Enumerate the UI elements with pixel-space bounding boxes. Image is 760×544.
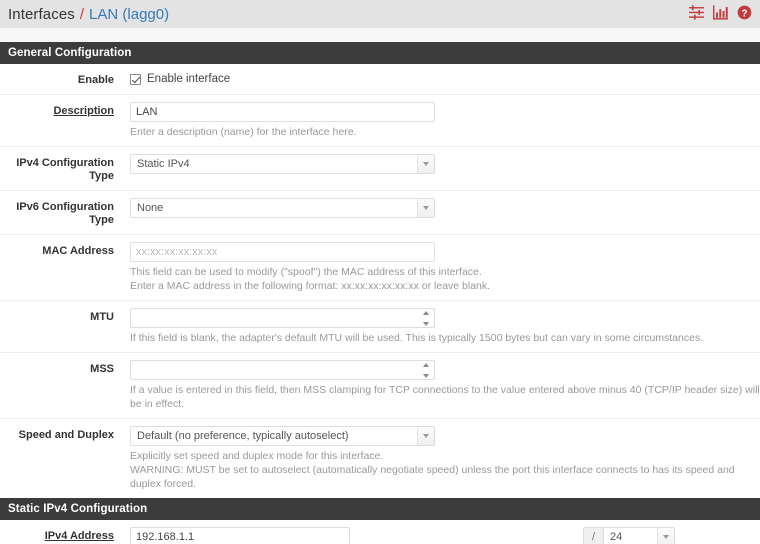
subnet-mask-select[interactable]: 24 [603, 527, 675, 544]
header-icon-group: ? [689, 0, 752, 28]
row-ipv4-config-type: IPv4 Configuration Type Static IPv4 [0, 147, 760, 191]
breadcrumb-root[interactable]: Interfaces [8, 6, 75, 23]
label-ipv6-config-type: IPv6 Configuration Type [16, 201, 114, 226]
speed-duplex-select[interactable]: Default (no preference, typically autose… [130, 426, 435, 446]
row-mss: MSS If a value is entered in this field,… [0, 353, 760, 419]
mac-address-input[interactable] [130, 242, 435, 262]
enable-interface-checkbox[interactable]: Enable interface [130, 71, 760, 85]
chevron-down-icon[interactable] [417, 427, 434, 445]
speed-duplex-help-line1: Explicitly set speed and duplex mode for… [130, 450, 384, 462]
spinner-arrows-icon[interactable] [420, 311, 431, 326]
mac-address-help-line2: Enter a MAC address in the following for… [130, 280, 491, 292]
ipv6-config-type-select[interactable]: None [130, 198, 435, 218]
general-configuration-header: General Configuration [0, 42, 760, 64]
speed-duplex-help-line2: WARNING: MUST be set to autoselect (auto… [130, 464, 735, 490]
label-speed-duplex: Speed and Duplex [18, 429, 114, 441]
row-mac-address: MAC Address This field can be used to mo… [0, 235, 760, 301]
svg-text:?: ? [741, 8, 747, 19]
label-ipv4-address: IPv4 Address [44, 530, 114, 542]
chevron-down-icon[interactable] [417, 199, 434, 217]
label-enable: Enable [77, 74, 114, 86]
static-ipv4-configuration-header: Static IPv4 Configuration [0, 498, 760, 520]
row-mtu: MTU If this field is blank, the adapter'… [0, 301, 760, 353]
chevron-down-icon[interactable] [657, 528, 674, 544]
mtu-stepper[interactable] [130, 308, 435, 328]
label-ipv4-config-type: IPv4 Configuration Type [16, 157, 114, 182]
chevron-down-icon[interactable] [417, 155, 434, 173]
row-description: Description Enter a description (name) f… [0, 95, 760, 147]
mss-stepper[interactable] [130, 360, 435, 380]
checkbox-box[interactable] [130, 73, 141, 85]
description-input[interactable] [130, 102, 435, 122]
breadcrumb-bar: Interfaces / LAN (lagg0) ? [0, 0, 760, 28]
row-speed-duplex: Speed and Duplex Default (no preference,… [0, 419, 760, 498]
enable-interface-label: Enable interface [147, 73, 231, 85]
spinner-arrows-icon[interactable] [420, 363, 431, 378]
breadcrumb-spacer [0, 28, 760, 42]
help-circle-icon[interactable]: ? [737, 5, 752, 23]
speed-duplex-value: Default (no preference, typically autose… [137, 430, 349, 442]
label-description: Description [53, 105, 114, 117]
row-ipv6-config-type: IPv6 Configuration Type None [0, 191, 760, 235]
description-help: Enter a description (name) for the inter… [130, 126, 357, 138]
ipv4-address-input[interactable] [130, 527, 350, 544]
label-mss: MSS [90, 363, 114, 375]
mtu-help: If this field is blank, the adapter's de… [130, 332, 704, 344]
row-ipv4-address: IPv4 Address / 24 [0, 520, 760, 544]
sliders-icon[interactable] [689, 5, 704, 23]
ipv4-config-type-select[interactable]: Static IPv4 [130, 154, 435, 174]
subnet-mask-value: 24 [610, 531, 623, 543]
ipv6-config-type-value: None [137, 202, 164, 214]
breadcrumb-current[interactable]: LAN (lagg0) [89, 6, 169, 23]
mss-help: If a value is entered in this field, the… [130, 384, 760, 410]
subnet-mask-group: / 24 [583, 527, 675, 544]
ipv4-config-type-value: Static IPv4 [137, 158, 190, 170]
label-mac-address: MAC Address [42, 245, 114, 257]
mac-address-help-line1: This field can be used to modify ("spoof… [130, 266, 482, 278]
slash-addon: / [583, 527, 603, 544]
label-mtu: MTU [90, 311, 114, 323]
breadcrumb-separator: / [79, 5, 85, 23]
bar-chart-icon[interactable] [713, 5, 728, 23]
row-enable: Enable Enable interface [0, 64, 760, 95]
